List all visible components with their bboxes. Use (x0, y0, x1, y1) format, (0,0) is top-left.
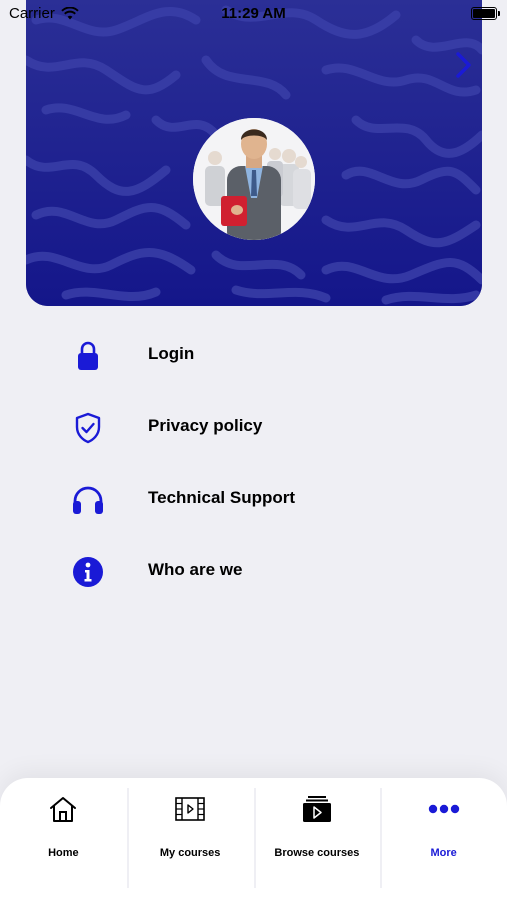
profile-banner (26, 0, 482, 306)
menu-item-label: Login (148, 344, 195, 363)
profile-photo (193, 118, 315, 240)
menu-item-label: Technical Support (148, 488, 296, 507)
headphones-icon (70, 482, 106, 518)
menu-item-label: Privacy policy (148, 416, 263, 435)
menu-item-login[interactable]: Login (0, 318, 507, 390)
tab-label: Browse courses (274, 847, 360, 859)
film-icon (127, 794, 254, 824)
tab-label: My courses (159, 847, 221, 859)
more-dots-icon (380, 794, 507, 824)
tab-home[interactable]: Home (0, 778, 127, 900)
home-icon (0, 794, 127, 824)
menu-item-privacy-policy[interactable]: Privacy policy (0, 390, 507, 462)
battery-icon (471, 7, 500, 20)
tab-label: More (430, 847, 457, 859)
tab-bar: Home My courses Browse courses More (0, 778, 507, 900)
tab-browse-courses[interactable]: Browse courses (253, 778, 381, 900)
menu-item-who-are-we[interactable]: Who are we (0, 534, 507, 606)
shield-check-icon (70, 410, 106, 446)
tab-more[interactable]: More (380, 778, 507, 900)
info-icon (70, 554, 106, 590)
tab-my-courses[interactable]: My courses (126, 778, 254, 900)
status-bar: Carrier 11:29 AM (0, 0, 507, 28)
chevron-right-icon[interactable] (454, 50, 474, 80)
avatar[interactable] (193, 118, 315, 240)
status-time: 11:29 AM (221, 5, 286, 22)
lock-icon (70, 338, 106, 374)
tab-label: Home (48, 847, 79, 859)
video-library-icon (254, 794, 381, 824)
menu-item-technical-support[interactable]: Technical Support (0, 462, 507, 534)
menu-item-label: Who are we (148, 560, 243, 579)
